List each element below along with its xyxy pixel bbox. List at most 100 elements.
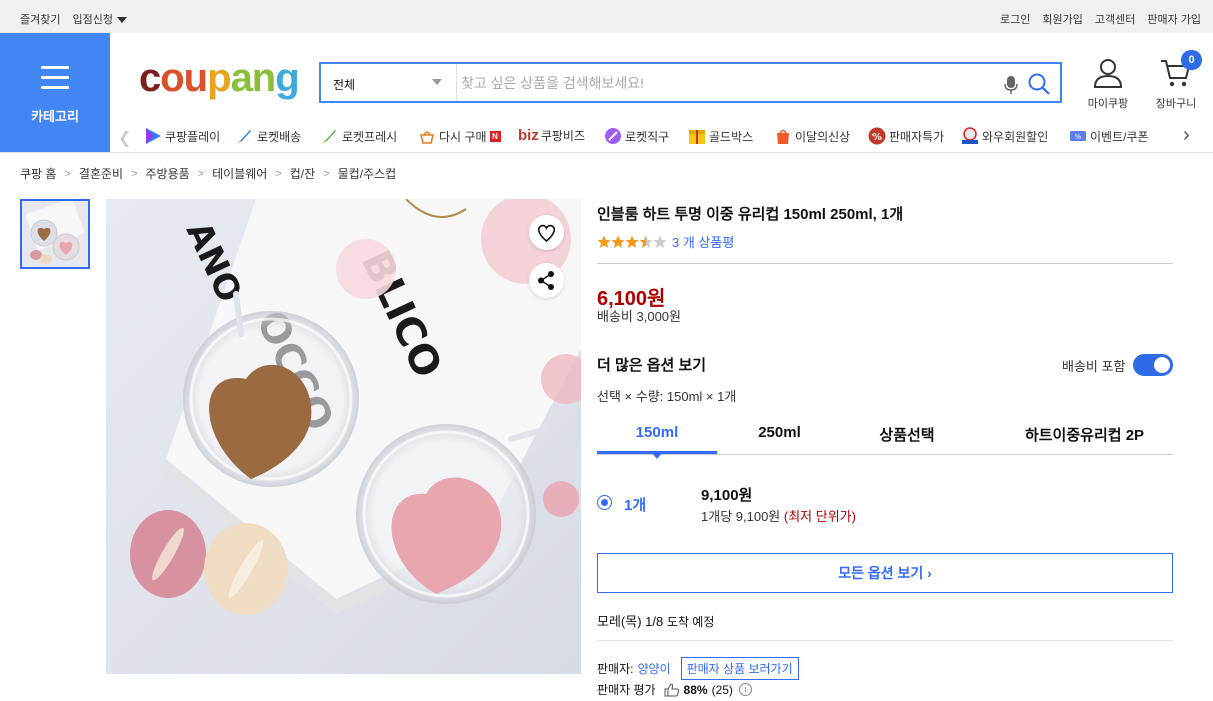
share-icon	[538, 271, 554, 290]
shipping-fee: 배송비 3,000원	[597, 309, 681, 324]
new-icon	[777, 129, 789, 144]
svg-text:%: %	[1075, 133, 1082, 141]
my-coupang-button[interactable]: 마이쿠팡	[1084, 58, 1132, 111]
coupang-logo[interactable]: coupang	[139, 56, 300, 101]
category-menu-button[interactable]: 카테고리	[0, 33, 110, 152]
signup-link[interactable]: 회원가입	[1042, 11, 1082, 27]
selection-summary: 선택 × 수량: 150ml × 1개	[597, 389, 737, 404]
arrival-estimate: 모레(목) 1/8 도착 예정	[597, 611, 714, 630]
tab-250ml[interactable]: 250ml	[722, 424, 837, 441]
seller-join-link[interactable]: 판매자 가입	[1147, 11, 1201, 27]
nav-item-label: 로켓배송	[257, 129, 302, 144]
search-input[interactable]	[461, 70, 981, 96]
option-tabs: 150ml 250ml 상품선택 하트이중유리컵 2P	[597, 418, 1173, 455]
nav-item-label: 이벤트/쿠폰	[1090, 129, 1149, 144]
caret-down-icon	[116, 17, 127, 24]
nav-item-seller-deal[interactable]: % 판매자특가	[868, 127, 944, 145]
nav-item-rocket-global[interactable]: 로켓직구	[604, 127, 669, 145]
chevron-right-icon: ›	[927, 565, 932, 581]
favorites-link[interactable]: 즐겨찾기	[20, 11, 60, 27]
chevron-right-icon: >	[323, 167, 330, 180]
nav-item-rocket[interactable]: 로켓배송	[236, 127, 301, 145]
chevron-right-icon: >	[275, 167, 282, 180]
search-scope-select[interactable]: 전체	[321, 64, 457, 101]
tab-150ml[interactable]: 150ml	[597, 424, 717, 441]
info-icon[interactable]: i	[738, 683, 752, 696]
my-coupang-label: 마이쿠팡	[1087, 98, 1129, 110]
shipping-included-toggle[interactable]	[1133, 354, 1173, 376]
breadcrumb-item[interactable]: 쿠팡 홈	[20, 165, 56, 182]
microphone-icon[interactable]	[1004, 75, 1018, 95]
support-link[interactable]: 고객센터	[1095, 11, 1135, 27]
nav-item-rocket-fresh[interactable]: 로켓프레시	[321, 127, 397, 145]
search-bar: 전체	[319, 62, 1062, 103]
logo-part: an	[230, 56, 277, 100]
seller-row: 판매자: 양양이 판매자 상품 보러가기	[597, 657, 799, 680]
svg-text:%: %	[872, 132, 882, 143]
rocket-fresh-icon	[322, 130, 336, 144]
toggle-knob	[1154, 357, 1170, 373]
seller-rating-row: 판매자 평가 88% (25) i	[597, 681, 752, 698]
breadcrumb-item[interactable]: 컵/잔	[290, 165, 315, 182]
option-quantity[interactable]: 1개	[624, 494, 646, 515]
nav-item-label: 다시 구매	[439, 129, 487, 144]
divider	[597, 640, 1173, 641]
chevron-right-icon: >	[197, 167, 205, 180]
rocket-global-icon	[605, 128, 621, 144]
thumbs-up-icon	[664, 682, 679, 696]
review-count-link[interactable]: 3 개 상품평	[672, 232, 734, 251]
tab-product-select[interactable]: 상품선택	[847, 424, 967, 445]
nav-next-icon[interactable]: ›	[1183, 124, 1190, 147]
option-radio[interactable]	[597, 495, 612, 510]
logo-part: p	[207, 56, 231, 100]
nav-item-wow[interactable]: 와우회원할인	[961, 127, 1048, 145]
nav-item-coupang-play[interactable]: 쿠팡플레이	[144, 127, 220, 145]
breadcrumb-item[interactable]: 물컵/주스컵	[338, 165, 397, 182]
seller-rating-count: (25)	[711, 682, 733, 697]
breadcrumb-item[interactable]: 주방용품	[146, 165, 190, 182]
logo-part: ou	[160, 56, 208, 100]
wishlist-button[interactable]	[529, 215, 564, 250]
goldbox-icon	[689, 130, 705, 144]
hamburger-icon	[41, 66, 69, 96]
nav-item-rebuy[interactable]: 다시 구매 N	[418, 127, 501, 145]
product-main-image[interactable]: OCCO BLICO ANO	[106, 199, 581, 674]
tab-heart-2p[interactable]: 하트이중유리컵 2P	[1002, 424, 1167, 445]
rocket-icon	[237, 130, 251, 144]
nav-item-label: 판매자특가	[889, 129, 945, 144]
seller-rating-label: 판매자 평가	[597, 683, 656, 697]
nav-item-coupon[interactable]: % 이벤트/쿠폰	[1069, 127, 1149, 145]
nav-item-label: 로켓직구	[625, 129, 670, 144]
nav-item-goldbox[interactable]: 골드박스	[688, 127, 753, 145]
share-button[interactable]	[529, 263, 564, 298]
nav-item-biz[interactable]: biz 쿠팡비즈	[518, 127, 585, 144]
seller-rating-percent: 88%	[683, 682, 708, 697]
login-link[interactable]: 로그인	[1000, 11, 1030, 27]
more-options-heading: 더 많은 옵션 보기	[597, 357, 707, 374]
utility-bar: 즐겨찾기 입점신청 로그인 회원가입 고객센터 판매자 가입	[0, 0, 1213, 33]
chevron-right-icon: >	[64, 167, 71, 180]
lowest-unit-price-badge: (최저 단위가)	[783, 509, 856, 524]
rating-row: 3 개 상품평	[597, 232, 734, 251]
nav-item-label: 와우회원할인	[982, 129, 1049, 144]
chevron-down-icon	[432, 79, 442, 85]
nav-item-new[interactable]: 이달의신상	[774, 127, 850, 145]
breadcrumb-item[interactable]: 결혼준비	[79, 165, 123, 182]
seller-products-link[interactable]: 판매자 상품 보러가기	[680, 657, 799, 680]
seller-name-link[interactable]: 양양이	[637, 660, 670, 677]
nav-prev-icon[interactable]: ❮	[118, 128, 131, 148]
store-apply-link[interactable]: 입점신청	[72, 11, 127, 27]
logo-part: g	[275, 56, 299, 100]
search-scope-value: 전체	[333, 78, 356, 92]
rebuy-icon	[419, 131, 435, 144]
arrival-date: 모레(목) 1/8	[597, 614, 664, 629]
breadcrumb-item[interactable]: 테이블웨어	[212, 165, 267, 182]
product-thumbnail[interactable]	[20, 199, 90, 269]
coupang-play-icon	[146, 128, 161, 144]
nav-item-label: 쿠팡플레이	[165, 129, 221, 144]
heart-icon	[537, 224, 556, 243]
search-icon[interactable]	[1027, 72, 1051, 96]
view-all-options-button[interactable]: 모든 옵션 보기 ›	[597, 553, 1173, 593]
seller-label: 판매자:	[597, 662, 634, 676]
coupon-icon: %	[1070, 131, 1086, 141]
